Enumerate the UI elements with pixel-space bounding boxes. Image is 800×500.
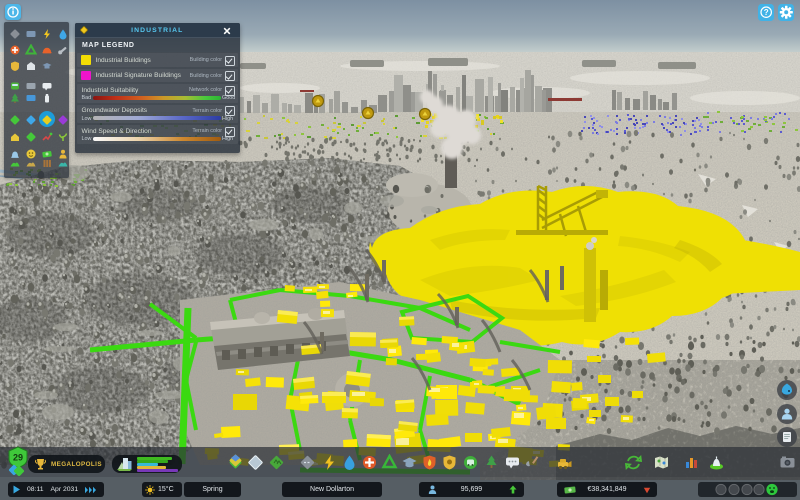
- svg-text:?: ?: [763, 8, 768, 17]
- svg-text:29: 29: [13, 453, 23, 463]
